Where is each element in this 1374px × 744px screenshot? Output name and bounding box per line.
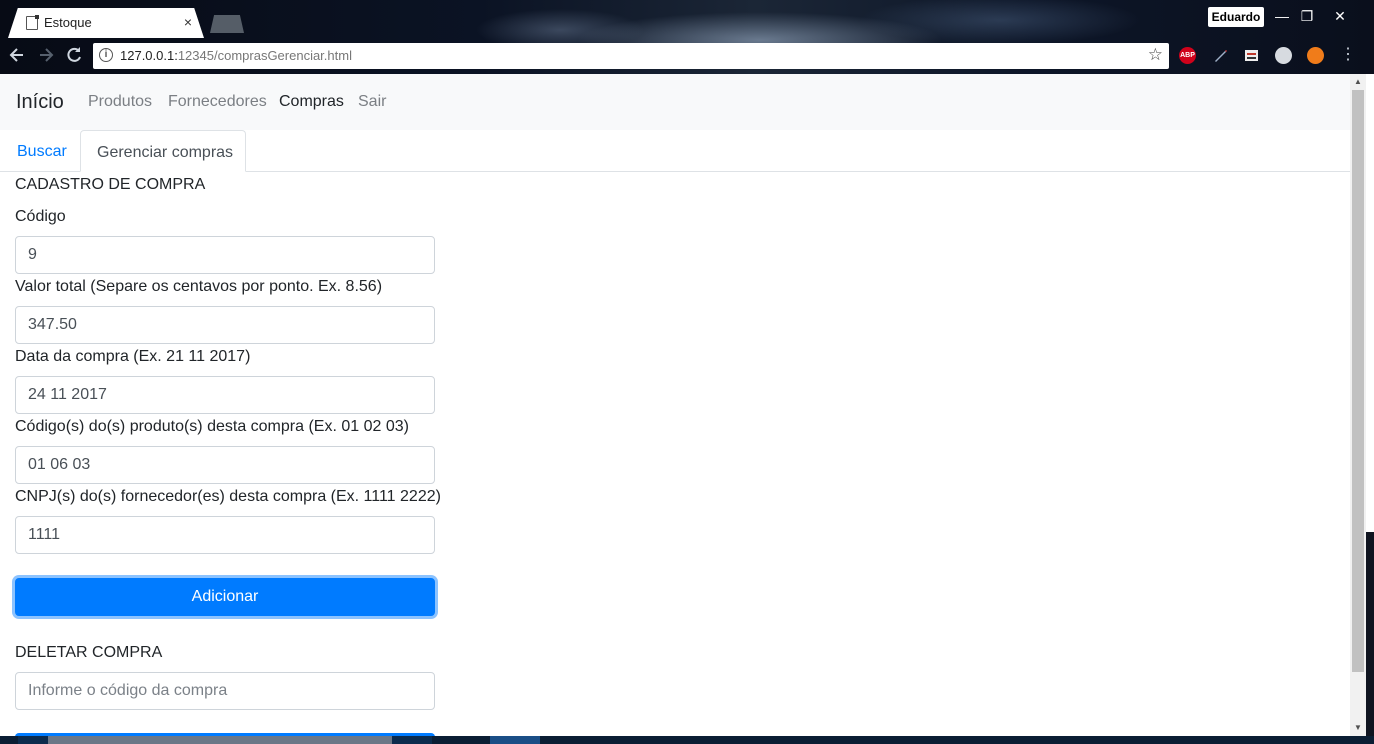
valor-total-label: Valor total (Separe os centavos por pont… xyxy=(15,278,383,295)
scroll-thumb[interactable] xyxy=(1352,90,1364,672)
page-scrollbar[interactable]: ▲ ▼ xyxy=(1350,74,1366,736)
address-bar[interactable]: i 127.0.0.1:12345/comprasGerenciar.html … xyxy=(93,43,1169,69)
valor-total-input[interactable] xyxy=(15,306,435,344)
orange-extension-icon[interactable] xyxy=(1307,47,1324,64)
codigo-label: Código xyxy=(15,208,66,225)
navbar-brand[interactable]: Início xyxy=(16,91,64,114)
circle-extension-icon[interactable] xyxy=(1275,47,1292,64)
tab-gerenciar-label: Gerenciar compras xyxy=(97,144,234,161)
nav-link-fornecedores[interactable]: Fornecedores xyxy=(168,93,267,111)
deletar-section-title: DELETAR COMPRA xyxy=(15,644,163,661)
reload-icon[interactable] xyxy=(64,45,84,65)
back-arrow-icon[interactable] xyxy=(7,45,27,65)
bookmark-star-icon[interactable]: ☆ xyxy=(1148,45,1163,65)
data-compra-label: Data da compra (Ex. 21 11 2017) xyxy=(15,348,251,365)
adicionar-button[interactable]: Adicionar xyxy=(15,578,435,616)
cnpj-fornecedores-label: CNPJ(s) do(s) fornecedor(es) desta compr… xyxy=(15,488,441,505)
cnpj-fornecedores-input[interactable] xyxy=(15,516,435,554)
window-edge xyxy=(1366,74,1374,744)
browser-tab-estoque[interactable]: Estoque × xyxy=(8,8,204,38)
deletar-codigo-input[interactable] xyxy=(15,672,435,710)
tab-gerenciar-compras[interactable]: Gerenciar compras xyxy=(80,130,246,172)
browser-tab-title: Estoque xyxy=(44,15,92,30)
produtos-codigos-label: Código(s) do(s) produto(s) desta compra … xyxy=(15,418,409,435)
new-tab-button[interactable] xyxy=(210,15,244,33)
pen-extension-icon[interactable] xyxy=(1212,47,1229,64)
kebab-menu-icon[interactable]: ⋮ xyxy=(1338,45,1358,65)
nav-link-compras[interactable]: Compras xyxy=(279,93,344,111)
nav-link-sair[interactable]: Sair xyxy=(358,93,386,111)
tab-close-icon[interactable]: × xyxy=(184,14,192,30)
page-tabs: Buscar Gerenciar compras xyxy=(0,130,1350,172)
restore-icon[interactable]: ❐ xyxy=(1293,5,1321,27)
page-content: Início Produtos Fornecedores Compras Sai… xyxy=(0,74,1350,736)
codigo-input[interactable] xyxy=(15,236,435,274)
page-favicon-icon xyxy=(26,15,39,30)
produtos-codigos-input[interactable] xyxy=(15,446,435,484)
info-icon[interactable]: i xyxy=(99,48,113,62)
reader-extension-icon[interactable] xyxy=(1243,47,1260,64)
forward-arrow-icon[interactable] xyxy=(36,45,56,65)
nav-link-produtos[interactable]: Produtos xyxy=(88,93,152,111)
tab-buscar[interactable]: Buscar xyxy=(17,143,67,161)
data-compra-input[interactable] xyxy=(15,376,435,414)
browser-chrome: Estoque × Eduardo — ❐ ✕ i 127.0.0.1:1234… xyxy=(0,0,1374,74)
scroll-up-icon[interactable]: ▲ xyxy=(1350,74,1366,90)
os-taskbar xyxy=(0,736,1374,744)
profile-user-button[interactable]: Eduardo xyxy=(1208,7,1264,27)
top-navbar: Início Produtos Fornecedores Compras Sai… xyxy=(0,74,1350,130)
scroll-down-icon[interactable]: ▼ xyxy=(1350,720,1366,736)
adblock-plus-icon[interactable]: ABP xyxy=(1179,47,1196,64)
cadastro-section-title: CADASTRO DE COMPRA xyxy=(15,176,206,193)
address-url: 127.0.0.1:12345/comprasGerenciar.html xyxy=(120,48,352,63)
browser-toolbar: i 127.0.0.1:12345/comprasGerenciar.html … xyxy=(0,38,1374,74)
minimize-icon[interactable]: — xyxy=(1268,5,1296,27)
close-window-icon[interactable]: ✕ xyxy=(1326,5,1354,27)
